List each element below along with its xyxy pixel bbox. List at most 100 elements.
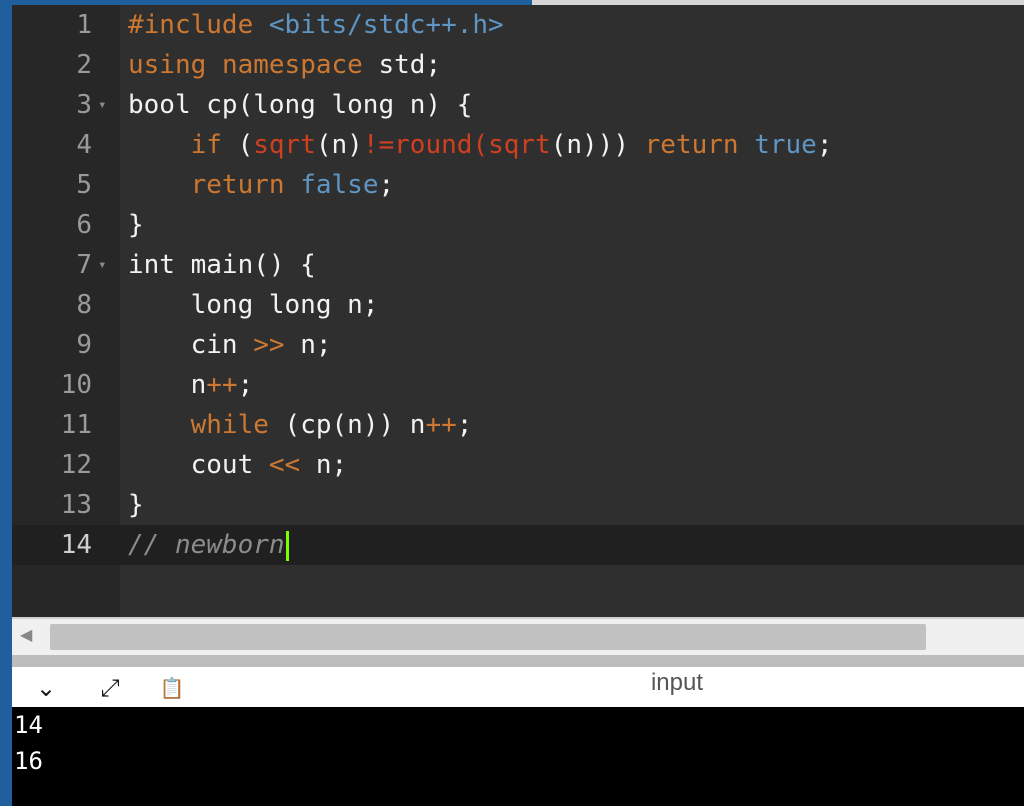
input-panel-header: ⌄ ⤢ 📋 input xyxy=(12,667,1024,707)
line-number: 2 xyxy=(76,50,92,80)
code-line-8[interactable]: 8 long long n; xyxy=(12,285,1024,325)
code-token: (n) xyxy=(315,130,363,160)
operator-token: ++ xyxy=(206,370,238,400)
literal-token: false xyxy=(300,170,379,200)
panel-resize-divider[interactable] xyxy=(12,655,1024,667)
operator-token: ++ xyxy=(425,410,457,440)
code-line-12[interactable]: 12 cout << n; xyxy=(12,445,1024,485)
code-line-1[interactable]: 1 #include <bits/stdc++.h> xyxy=(12,5,1024,45)
code-text[interactable]: if (sqrt(n)!=round(sqrt(n))) return true… xyxy=(128,125,833,165)
include-path-token: <bits/stdc++.h> xyxy=(268,10,504,40)
code-token: cout xyxy=(128,450,269,480)
line-number: 13 xyxy=(60,490,92,520)
fold-toggle-icon[interactable]: ▾ xyxy=(98,245,106,285)
keyword-token: return xyxy=(644,130,739,160)
line-number: 11 xyxy=(60,410,92,440)
code-token: bool cp(long long n) { xyxy=(128,90,473,120)
chevron-down-icon[interactable]: ⌄ xyxy=(30,673,62,703)
code-text[interactable]: return false; xyxy=(128,165,395,205)
code-line-2[interactable]: 2 using namespace std; xyxy=(12,45,1024,85)
code-text[interactable]: long long n; xyxy=(128,285,379,325)
line-number: 8 xyxy=(76,290,92,320)
preprocessor-token: #include xyxy=(128,10,254,40)
code-text[interactable]: n++; xyxy=(128,365,254,405)
expand-arrows-icon[interactable]: ⤢ xyxy=(94,673,126,703)
scrollbar-thumb[interactable] xyxy=(50,624,926,650)
code-token: std; xyxy=(362,50,442,80)
code-text[interactable]: } xyxy=(128,485,144,525)
code-text[interactable]: using namespace std; xyxy=(128,45,441,85)
line-number: 3 xyxy=(76,90,92,120)
code-text[interactable]: cout << n; xyxy=(128,445,348,485)
keyword-token: using xyxy=(128,50,207,80)
code-line-10[interactable]: 10 n++; xyxy=(12,365,1024,405)
operator-token: >> xyxy=(253,330,285,360)
scroll-left-arrow-icon[interactable]: ◀ xyxy=(20,625,32,644)
code-line-7[interactable]: 7 ▾ int main() { xyxy=(12,245,1024,285)
code-token: ( xyxy=(221,130,254,160)
code-line-5[interactable]: 5 return false; xyxy=(12,165,1024,205)
horizontal-scrollbar[interactable]: ◀ xyxy=(12,617,1024,655)
input-line: 14 xyxy=(14,711,43,739)
line-number: 12 xyxy=(60,450,92,480)
input-line: 16 xyxy=(14,747,43,775)
code-token: (n))) xyxy=(550,130,645,160)
code-text[interactable]: bool cp(long long n) { xyxy=(128,85,472,125)
code-line-11[interactable]: 11 while (cp(n)) n++; xyxy=(12,405,1024,445)
left-accent-bar xyxy=(0,0,12,806)
clipboard-icon[interactable]: 📋 xyxy=(156,673,188,703)
code-token: } xyxy=(128,490,144,520)
code-token: n; xyxy=(284,330,332,360)
code-line-13[interactable]: 13 } xyxy=(12,485,1024,525)
code-token: (cp(n)) n xyxy=(268,410,426,440)
code-text[interactable]: // newborn xyxy=(128,525,289,565)
fold-toggle-icon[interactable]: ▾ xyxy=(98,85,106,125)
code-token: cin xyxy=(128,330,254,360)
operator-token: << xyxy=(268,450,301,480)
line-number: 1 xyxy=(76,10,92,40)
literal-token: true xyxy=(754,130,817,160)
code-token: n; xyxy=(300,450,348,480)
paren-token: ( xyxy=(472,130,489,160)
input-textarea[interactable]: 14 16 xyxy=(12,707,1024,806)
code-line-14-active[interactable]: 14 // newborn xyxy=(12,525,1024,565)
panel-title: input xyxy=(650,669,704,696)
keyword-token: while xyxy=(190,410,269,440)
line-number: 14 xyxy=(60,530,92,560)
code-line-9[interactable]: 9 cin >> n; xyxy=(12,325,1024,365)
function-token: sqrt xyxy=(488,130,551,160)
operator-token: != xyxy=(362,130,395,160)
code-text[interactable]: #include <bits/stdc++.h> xyxy=(128,5,504,45)
code-text[interactable]: int main() { xyxy=(128,245,316,285)
code-token: ; xyxy=(378,170,395,200)
code-token: } xyxy=(128,210,144,240)
code-token: ; xyxy=(237,370,254,400)
code-text[interactable]: while (cp(n)) n++; xyxy=(128,405,473,445)
code-token: long long n; xyxy=(128,290,379,320)
code-token: int main() { xyxy=(128,250,316,280)
code-line-3[interactable]: 3 ▾ bool cp(long long n) { xyxy=(12,85,1024,125)
comment-token: // newborn xyxy=(128,530,285,560)
line-number: 10 xyxy=(60,370,92,400)
function-token: sqrt xyxy=(253,130,316,160)
code-editor[interactable]: 1 #include <bits/stdc++.h> 2 using names… xyxy=(12,5,1024,617)
code-text[interactable]: } xyxy=(128,205,144,245)
function-token: round xyxy=(394,130,473,160)
code-token: ; xyxy=(816,130,833,160)
keyword-token: if xyxy=(190,130,222,160)
line-number: 5 xyxy=(76,170,92,200)
text-cursor xyxy=(285,530,289,561)
keyword-token: return xyxy=(190,170,285,200)
code-line-6[interactable]: 6 } xyxy=(12,205,1024,245)
code-line-4[interactable]: 4 if (sqrt(n)!=round(sqrt(n))) return tr… xyxy=(12,125,1024,165)
keyword-token: namespace xyxy=(221,50,363,80)
code-token: ; xyxy=(456,410,473,440)
code-text[interactable]: cin >> n; xyxy=(128,325,332,365)
